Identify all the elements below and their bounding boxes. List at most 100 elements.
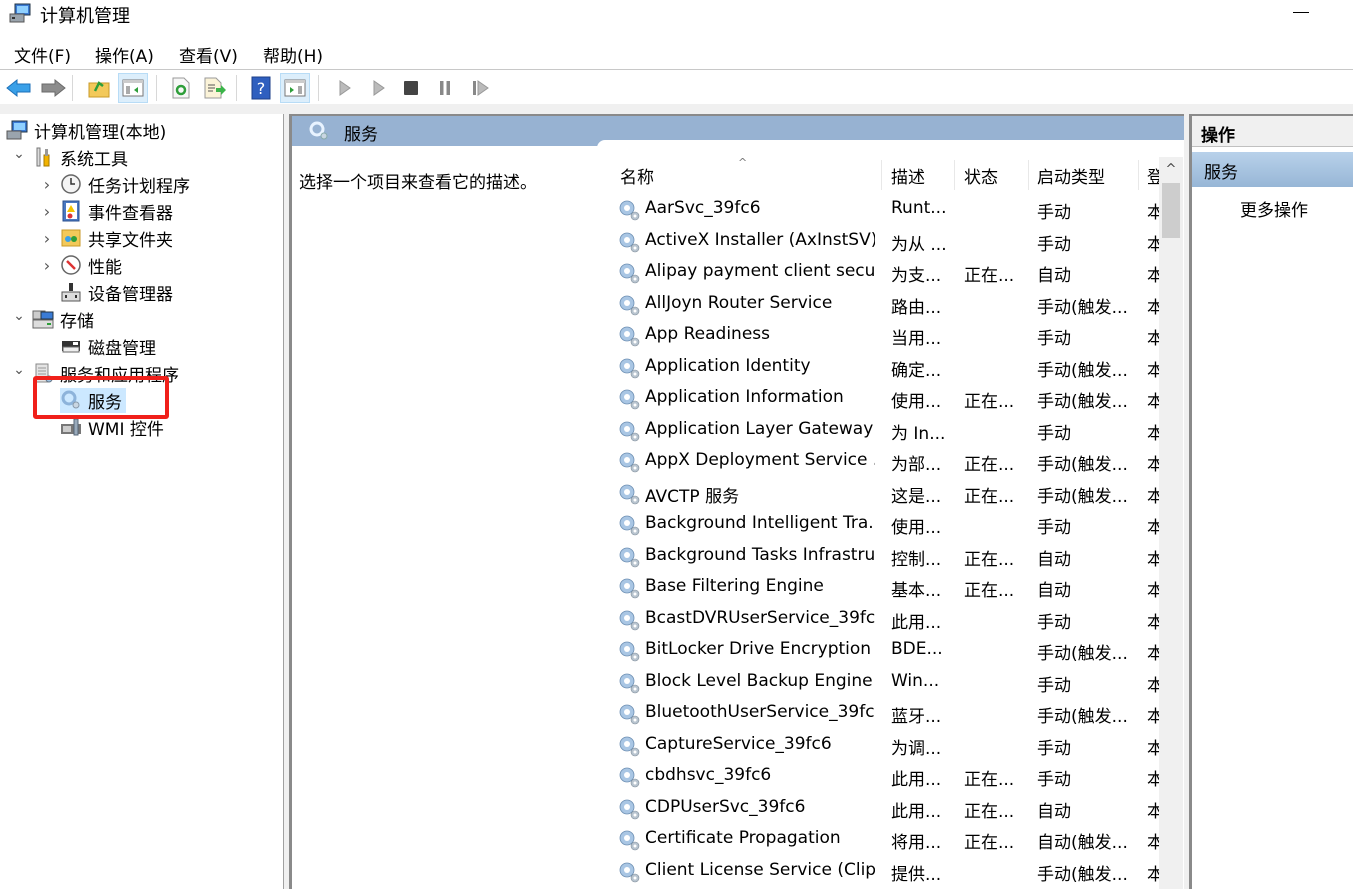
menu-help[interactable]: 帮助(H)	[263, 42, 323, 67]
service-name: Base Filtering Engine	[645, 576, 824, 596]
service-row[interactable]: Alipay payment client secu... 为支... 正在... 自…	[610, 257, 1161, 289]
service-row[interactable]: BluetoothUserService_39fc6 蓝牙... 手动(触发... 本	[610, 698, 1161, 730]
service-status: 正在...	[964, 770, 1015, 790]
start-service-alt-button[interactable]	[364, 73, 394, 103]
service-row[interactable]: Block Level Backup Engine ... Win... 手动本	[610, 667, 1161, 699]
service-gear-icon	[617, 419, 641, 443]
column-divider[interactable]	[1138, 160, 1139, 190]
service-row[interactable]: AllJoyn Router Service 路由... 手动(触发... 本	[610, 289, 1161, 321]
tree-root[interactable]: 计算机管理(本地)	[6, 117, 166, 143]
chevron-down-icon[interactable]: ⌄	[12, 146, 26, 162]
service-row[interactable]: AppX Deployment Service ... 为部... 正在... 手动(…	[610, 446, 1161, 478]
tree-item-performance[interactable]: › 性能	[40, 252, 126, 278]
resume-service-button[interactable]	[466, 73, 496, 103]
tree-item-content: 性能	[60, 253, 126, 278]
column-header-startup-type[interactable]: 启动类型	[1037, 156, 1105, 194]
stop-service-button[interactable]	[396, 73, 426, 103]
tree-item-services-and-applications[interactable]: ⌄ 服务和应用程序	[12, 360, 183, 386]
service-row[interactable]: BcastDVRUserService_39fc6 此用... 手动本	[610, 604, 1161, 636]
chevron-down-icon[interactable]: ⌄	[12, 362, 26, 378]
column-header-status[interactable]: 状态	[964, 156, 998, 194]
help-button[interactable]: ?	[246, 73, 276, 103]
service-row[interactable]: App Readiness 当用... 手动本	[610, 320, 1161, 352]
actions-section-services[interactable]: 服务	[1192, 152, 1353, 187]
tree-item-system-tools[interactable]: ⌄ 系统工具	[12, 144, 132, 170]
tree-item-event-viewer[interactable]: › 事件查看器	[40, 198, 177, 224]
service-row[interactable]: CDPUserSvc_39fc6 此用... 正在... 自动本	[610, 793, 1161, 825]
forward-button[interactable]	[38, 73, 68, 103]
scroll-up-button[interactable]: ^	[1159, 157, 1183, 181]
service-row[interactable]: Background Intelligent Tra... 使用... 手动本	[610, 509, 1161, 541]
tree-item-shared-folders[interactable]: › 共享文件夹	[40, 225, 177, 251]
service-row[interactable]: Application Information 使用... 正在... 手动(触发..…	[610, 383, 1161, 415]
column-divider[interactable]	[954, 160, 955, 190]
event-viewer-icon	[60, 200, 82, 222]
service-row[interactable]: CaptureService_39fc6 为调... 手动本	[610, 730, 1161, 762]
service-row[interactable]: AarSvc_39fc6 Runt... 手动本	[610, 194, 1161, 226]
service-name: Background Tasks Infrastru...	[645, 544, 875, 565]
refresh-button[interactable]	[166, 73, 196, 103]
column-header-description[interactable]: 描述	[891, 156, 925, 194]
start-service-button[interactable]	[330, 73, 360, 103]
service-row[interactable]: Background Tasks Infrastru... 控制... 正在... 自…	[610, 541, 1161, 573]
wmi-control-icon	[60, 416, 82, 438]
service-row[interactable]: Application Identity 确定... 手动(触发... 本	[610, 352, 1161, 384]
column-header-name[interactable]: 名称	[620, 156, 654, 194]
service-startup-type: 手动(触发...	[1037, 455, 1128, 475]
service-name: CaptureService_39fc6	[645, 733, 832, 754]
tree-item-services[interactable]: 服务	[40, 387, 126, 413]
chevron-right-icon[interactable]: ›	[40, 256, 54, 275]
minimize-button[interactable]	[1280, 0, 1310, 30]
service-description: 当用...	[891, 329, 942, 349]
menu-action[interactable]: 操作(A)	[95, 42, 154, 67]
column-divider[interactable]	[881, 160, 882, 190]
tree-item-disk-management[interactable]: 磁盘管理	[40, 333, 160, 359]
tree-item-task-scheduler[interactable]: › 任务计划程序	[40, 171, 194, 197]
service-row[interactable]: Base Filtering Engine 基本... 正在... 自动本	[610, 572, 1161, 604]
service-name: CDPUserSvc_39fc6	[645, 796, 806, 817]
show-hide-action-pane-button[interactable]	[280, 73, 310, 103]
menu-view[interactable]: 查看(V)	[179, 42, 238, 67]
service-row[interactable]: Application Layer Gateway ... 为 In... 手动本	[610, 415, 1161, 447]
service-row[interactable]: cbdhsvc_39fc6 此用... 正在... 手动本	[610, 761, 1161, 793]
vertical-scrollbar[interactable]: ^	[1159, 157, 1183, 889]
service-row[interactable]: Client License Service (Clip... 提供... 手动(触…	[610, 856, 1161, 888]
menu-file[interactable]: 文件(F)	[14, 42, 71, 67]
services-gear-icon	[309, 121, 328, 140]
service-row[interactable]: Certificate Propagation 将用... 正在... 自动(触发..…	[610, 824, 1161, 856]
tree-item-storage[interactable]: ⌄ 存储	[12, 306, 98, 332]
chevron-right-icon[interactable]: ›	[40, 229, 54, 248]
up-level-button[interactable]	[84, 73, 114, 103]
service-name: BcastDVRUserService_39fc6	[645, 607, 875, 628]
performance-icon	[60, 254, 82, 276]
chevron-down-icon[interactable]: ⌄	[12, 308, 26, 324]
actions-pane: 操作 服务 更多操作	[1189, 114, 1353, 889]
tree-item-wmi-control[interactable]: WMI 控件	[40, 414, 168, 440]
service-name: Application Information	[645, 387, 844, 407]
more-actions-link[interactable]: 更多操作	[1240, 196, 1308, 221]
service-name: cbdhsvc_39fc6	[645, 765, 772, 785]
service-gear-icon	[617, 608, 641, 632]
toolbar-separator	[72, 75, 73, 101]
chevron-right-icon[interactable]: ›	[40, 202, 54, 221]
pause-service-button[interactable]	[430, 73, 460, 103]
tree-item-device-manager[interactable]: 设备管理器	[40, 279, 177, 305]
up-folder-icon	[88, 81, 110, 98]
tree-item-content: 磁盘管理	[60, 334, 160, 359]
export-list-button[interactable]	[200, 73, 230, 103]
chevron-right-icon[interactable]: ›	[40, 175, 54, 194]
show-hide-tree-button[interactable]	[118, 73, 148, 103]
service-row[interactable]: BitLocker Drive Encryption ... BDE... 手动(触…	[610, 635, 1161, 667]
toolbar-separator	[236, 75, 237, 101]
expander-placeholder	[40, 285, 54, 299]
back-button[interactable]	[4, 73, 34, 103]
toolbar: ?	[0, 71, 1353, 105]
standard-tab-shape	[597, 140, 1184, 152]
scroll-thumb[interactable]	[1162, 183, 1180, 238]
column-divider[interactable]	[1028, 160, 1029, 190]
tree-item-content: 共享文件夹	[60, 226, 177, 251]
service-row[interactable]: ActiveX Installer (AxInstSV) 为从 ... 手动本	[610, 226, 1161, 258]
service-startup-type: 自动(触发...	[1037, 833, 1128, 853]
shared-folders-icon	[60, 227, 82, 249]
service-row[interactable]: AVCTP 服务 这是... 正在... 手动(触发... 本	[610, 478, 1161, 510]
